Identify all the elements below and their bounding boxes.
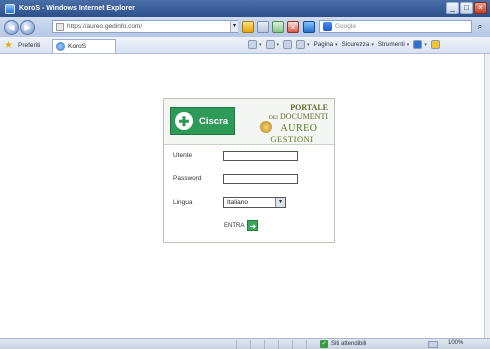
address-toolbar: ◀ ▶ https://aureo.gedinfo.com/ ▾ × Googl…: [0, 17, 490, 37]
forward-button[interactable]: ▶: [20, 19, 35, 35]
back-button[interactable]: ◀: [4, 19, 19, 35]
login-submit-button[interactable]: ENTRA ➜: [224, 220, 259, 231]
security-zone[interactable]: ✓ Siti attendibili: [320, 340, 366, 348]
print-icon: [296, 40, 306, 49]
login-submit-label: ENTRA: [224, 222, 245, 229]
search-input[interactable]: Google: [319, 20, 472, 33]
print-button[interactable]: ▾: [296, 40, 310, 49]
ie-icon: [5, 3, 15, 14]
page-menu[interactable]: Pagina ▾: [314, 41, 338, 48]
username-input[interactable]: [223, 151, 298, 161]
mail-icon: [283, 40, 293, 49]
favorites-bar: ★ Preferiti KoroS ▾ ▾ ▾ Pagina ▾ Sicurezz…: [0, 37, 490, 54]
research-button[interactable]: [430, 40, 440, 49]
close-button[interactable]: ×: [474, 2, 487, 14]
stop-icon[interactable]: ×: [287, 21, 299, 33]
portale-documenti-logo: PORTALE DEI DOCUMENTI: [268, 103, 328, 121]
compatibility-icon[interactable]: [257, 21, 269, 33]
login-header: ✚ Ciscra PORTALE DEI DOCUMENTI AUREO GES…: [164, 99, 334, 145]
language-value: Italiano: [227, 199, 248, 206]
aureo-gestioni-logo: AUREO GESTIONI: [256, 121, 328, 144]
username-label: Utente: [173, 152, 193, 159]
password-label: Password: [173, 175, 202, 182]
tab-title: KoroS: [68, 43, 87, 50]
google-icon: [323, 22, 332, 31]
tools-menu[interactable]: Strumenti ▾: [378, 41, 409, 48]
home-button[interactable]: ▾: [248, 40, 262, 49]
search-placeholder: Google: [335, 23, 356, 30]
home-icon: [248, 40, 257, 49]
login-panel: ✚ Ciscra PORTALE DEI DOCUMENTI AUREO GES…: [163, 98, 335, 243]
language-select[interactable]: Italiano ▼: [223, 197, 286, 208]
feeds-button[interactable]: ▾: [265, 40, 279, 49]
vertical-scrollbar[interactable]: [484, 54, 490, 338]
protected-mode-icon[interactable]: [428, 341, 438, 348]
arrow-right-icon: ➜: [247, 220, 259, 231]
ciscra-cross-icon: ✚: [175, 112, 193, 130]
address-dropdown-button[interactable]: ▾: [230, 21, 238, 32]
window-title-bar: KoroS - Windows Internet Explorer _ □ ×: [0, 0, 490, 17]
refresh-icon[interactable]: [272, 21, 284, 33]
help-icon: [413, 40, 423, 49]
browser-tab[interactable]: KoroS: [52, 39, 116, 53]
command-bar: ▾ ▾ ▾ Pagina ▾ Sicurezza ▾ Strumenti ▾ ▾: [248, 40, 440, 49]
feeds-icon: [265, 40, 275, 49]
ciscra-logo: ✚ Ciscra: [170, 107, 235, 135]
lock-icon[interactable]: [242, 21, 254, 33]
security-menu[interactable]: Sicurezza ▾: [342, 41, 374, 48]
window-title: KoroS - Windows Internet Explorer: [19, 5, 135, 12]
minimize-button[interactable]: _: [446, 2, 459, 14]
status-bar: ✓ Siti attendibili 100%: [0, 338, 490, 349]
zoom-level[interactable]: 100%: [448, 340, 463, 346]
search-icon[interactable]: ⌕: [474, 21, 486, 33]
address-bar[interactable]: https://aureo.gedinfo.com/: [52, 20, 238, 33]
favorites-button[interactable]: Preferiti: [18, 42, 40, 49]
trusted-sites-icon: ✓: [320, 340, 328, 348]
chevron-down-icon[interactable]: ▼: [275, 198, 285, 207]
page-icon: [56, 22, 64, 31]
search-provider-icon[interactable]: [303, 21, 315, 33]
help-button[interactable]: ▾: [413, 40, 427, 49]
window-controls: _ □ ×: [446, 2, 487, 14]
address-url[interactable]: https://aureo.gedinfo.com/: [67, 23, 142, 30]
password-input[interactable]: [223, 174, 298, 184]
favorites-star-icon[interactable]: ★: [4, 40, 15, 51]
language-label: Lingua: [173, 199, 193, 206]
aureo-emblem-icon: [260, 121, 272, 133]
ciscra-brand: Ciscra: [199, 115, 229, 127]
security-zone-label: Siti attendibili: [331, 341, 367, 347]
mail-button[interactable]: [283, 40, 293, 49]
research-icon: [430, 40, 440, 49]
maximize-button[interactable]: □: [460, 2, 473, 14]
tab-ie-icon: [56, 42, 65, 51]
